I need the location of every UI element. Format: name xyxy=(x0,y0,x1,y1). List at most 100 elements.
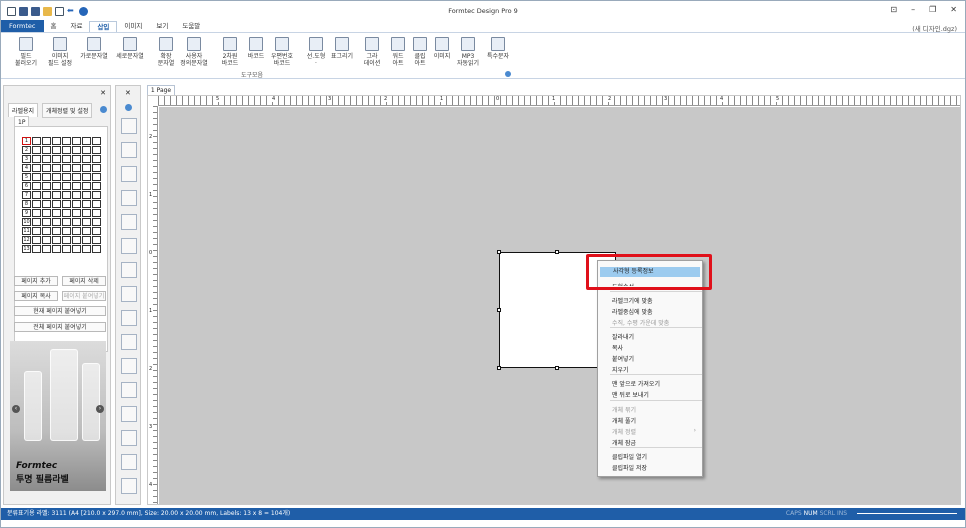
label-cell[interactable] xyxy=(42,173,51,181)
tab-object-align[interactable]: 개체정렬 및 설정 xyxy=(42,103,93,118)
panel-close-icon[interactable]: ✕ xyxy=(100,89,106,97)
mp3-icon[interactable] xyxy=(121,478,137,494)
label-cell[interactable] xyxy=(32,200,41,208)
resize-handle[interactable] xyxy=(497,308,501,312)
close-button[interactable]: ✕ xyxy=(950,5,957,14)
zoom-slider[interactable] xyxy=(857,513,957,514)
label-cell[interactable] xyxy=(42,182,51,190)
label-cell[interactable] xyxy=(82,182,91,190)
label-cell[interactable] xyxy=(32,209,41,217)
label-cell[interactable] xyxy=(42,191,51,199)
label-cell[interactable] xyxy=(32,173,41,181)
image-icon[interactable] xyxy=(121,454,137,470)
label-cell[interactable] xyxy=(42,227,51,235)
label-cell[interactable] xyxy=(72,200,81,208)
label-cell[interactable] xyxy=(72,218,81,226)
label-cell[interactable] xyxy=(62,218,71,226)
label-cell[interactable] xyxy=(92,164,101,172)
label-cell[interactable] xyxy=(52,155,61,163)
label-cell[interactable] xyxy=(72,173,81,181)
label-cell[interactable] xyxy=(62,191,71,199)
label-cell[interactable]: 1 xyxy=(22,137,31,145)
label-cell[interactable] xyxy=(52,173,61,181)
label-cell[interactable] xyxy=(82,173,91,181)
paste-current-page-button[interactable]: 현재 페이지 붙여넣기 xyxy=(14,306,106,316)
label-sheet-preview[interactable]: 1 2 3 4 5 6 7 8 9 10 11 12 13 xyxy=(14,126,108,352)
label-cell[interactable] xyxy=(82,146,91,154)
label-cell[interactable] xyxy=(32,236,41,244)
label-cell[interactable] xyxy=(52,200,61,208)
extended-text-button[interactable]: 확장 문자열 xyxy=(151,37,181,67)
toolbox-close-icon[interactable]: ✕ xyxy=(125,89,131,97)
label-cell[interactable]: 9 xyxy=(22,209,31,217)
label-cell[interactable]: 2 xyxy=(22,146,31,154)
context-menu-item[interactable]: 잘라내기 xyxy=(612,332,634,341)
label-cell[interactable] xyxy=(62,137,71,145)
vertical-text-icon[interactable] xyxy=(121,190,137,206)
label-cell[interactable] xyxy=(52,227,61,235)
page-tab[interactable]: 1 Page xyxy=(147,85,175,95)
label-cell[interactable]: 11 xyxy=(22,227,31,235)
label-cell[interactable] xyxy=(52,245,61,253)
label-cell[interactable] xyxy=(62,236,71,244)
field-load-button[interactable]: 필드 불러오기 xyxy=(11,37,41,67)
field-load-icon[interactable] xyxy=(121,118,137,134)
label-cell[interactable] xyxy=(82,155,91,163)
label-cell[interactable] xyxy=(32,137,41,145)
label-cell[interactable]: 4 xyxy=(22,164,31,172)
mp3-button[interactable]: MP3 자동읽기 xyxy=(453,37,483,67)
clipart-icon[interactable] xyxy=(121,430,137,446)
ribbon-expand-icon[interactable] xyxy=(505,71,511,77)
label-cell[interactable] xyxy=(82,164,91,172)
label-cell[interactable] xyxy=(92,173,101,181)
image-field-icon[interactable] xyxy=(121,142,137,158)
ribbon-toggle-icon[interactable]: ⊡ xyxy=(890,5,897,14)
label-cell[interactable] xyxy=(82,200,91,208)
copy-page-button[interactable]: 페이지 복사 xyxy=(14,291,58,301)
label-cell[interactable] xyxy=(52,218,61,226)
label-cell[interactable] xyxy=(92,191,101,199)
2d-barcode-icon[interactable] xyxy=(121,262,137,278)
label-cell[interactable]: 10 xyxy=(22,218,31,226)
label-cell[interactable]: 13 xyxy=(22,245,31,253)
label-cell[interactable] xyxy=(32,146,41,154)
label-cell[interactable] xyxy=(52,191,61,199)
horizontal-text-button[interactable]: 가로문자열 xyxy=(79,37,109,60)
label-cell[interactable] xyxy=(62,146,71,154)
label-cell[interactable] xyxy=(72,155,81,163)
label-cell[interactable] xyxy=(92,146,101,154)
label-cell[interactable] xyxy=(92,182,101,190)
label-cell[interactable] xyxy=(92,209,101,217)
horizontal-text-icon[interactable] xyxy=(121,166,137,182)
custom-text-icon[interactable] xyxy=(121,238,137,254)
label-cell[interactable] xyxy=(62,155,71,163)
label-cell[interactable] xyxy=(72,137,81,145)
context-menu-item[interactable]: 맨 뒤로 보내기 xyxy=(612,390,649,399)
label-cell[interactable] xyxy=(62,182,71,190)
special-char-button[interactable]: 특수문자 xyxy=(483,37,513,60)
label-cell[interactable] xyxy=(92,155,101,163)
label-cell[interactable] xyxy=(92,200,101,208)
paste-page-button[interactable]: 페이지 붙여넣기 xyxy=(62,291,106,301)
label-cell[interactable] xyxy=(62,200,71,208)
add-page-button[interactable]: 페이지 추가 xyxy=(14,276,58,286)
label-cell[interactable] xyxy=(32,245,41,253)
barcode-icon[interactable] xyxy=(121,286,137,302)
label-cell[interactable] xyxy=(62,227,71,235)
restore-button[interactable]: ❐ xyxy=(929,5,936,14)
context-menu-item[interactable]: 붙여넣기 xyxy=(612,354,634,363)
ad-prev-icon[interactable]: ‹ xyxy=(12,405,20,413)
vertical-text-button[interactable]: 세로문자열 xyxy=(115,37,145,60)
label-cell[interactable] xyxy=(42,164,51,172)
label-cell[interactable] xyxy=(92,245,101,253)
label-cell[interactable] xyxy=(72,209,81,217)
tab-insert[interactable]: 삽입 xyxy=(89,21,118,32)
context-menu-item[interactable]: 라벨크기에 맞춤 xyxy=(612,296,653,305)
postal-barcode-button[interactable]: 우편번호 바코드 xyxy=(267,37,297,67)
resize-handle[interactable] xyxy=(555,250,559,254)
label-cell[interactable] xyxy=(62,173,71,181)
resize-handle[interactable] xyxy=(555,366,559,370)
label-cell[interactable] xyxy=(32,155,41,163)
label-cell[interactable] xyxy=(52,182,61,190)
label-cell[interactable] xyxy=(92,218,101,226)
